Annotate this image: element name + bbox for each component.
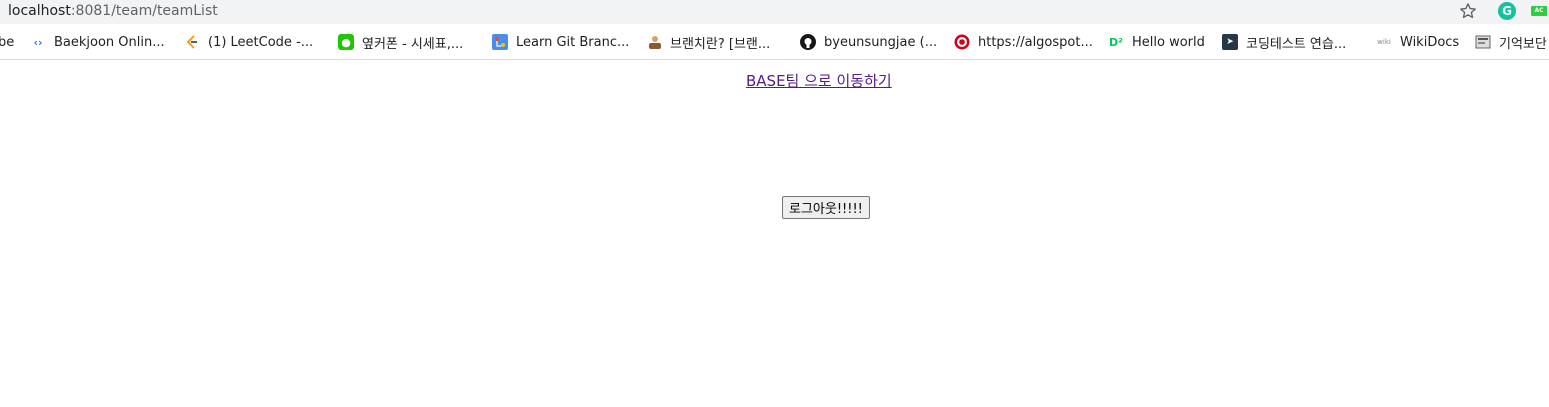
bookmark-label: WikiDocs <box>1400 34 1460 50</box>
bookmark-github[interactable]: byeunsungjae (... <box>800 24 938 59</box>
code-brackets-icon: ‹› <box>33 35 43 49</box>
bookmark-wikidocs[interactable]: wiki WikiDocs <box>1376 24 1460 59</box>
bookmark-label: 브랜치란? [브랜... <box>670 36 771 52</box>
bookmark-star-icon[interactable] <box>1458 1 1478 21</box>
bookmark-learn-git[interactable]: Learn Git Branc... <box>492 24 630 59</box>
bookmark-label: (1) LeetCode -... <box>208 34 314 50</box>
bookmark-branch[interactable]: 브랜치란? [브랜... <box>646 24 771 59</box>
bookmark-label: be <box>0 34 15 50</box>
bookmark-label: 기억보단 <box>1499 36 1547 52</box>
base-team-link[interactable]: BASE팀 으로 이동하기 <box>746 70 892 91</box>
git-tree-icon <box>492 34 508 50</box>
arrow-badge-icon: ➤ <box>1222 34 1238 50</box>
url-text[interactable]: localhost:8081/team/teamList <box>8 2 218 20</box>
bookmark-coding-test[interactable]: ➤ 코딩테스트 연습... <box>1222 24 1347 59</box>
url-path: :8081/team/teamList <box>70 3 218 19</box>
bookmarks-bar: be ‹› Baekjoon Onlin... (1) LeetCode -..… <box>0 24 1549 60</box>
bookmark-label: Hello world <box>1132 34 1205 50</box>
bookmark-label: 코딩테스트 연습... <box>1246 36 1347 52</box>
wiki-icon: wiki <box>1377 38 1391 46</box>
url-host: localhost <box>8 3 71 19</box>
github-icon <box>800 34 816 50</box>
bookmark-algospot[interactable]: https://algospot... <box>954 24 1093 59</box>
green-square-icon: ● <box>338 34 354 50</box>
bookmark-memory[interactable]: 기억보단 <box>1475 24 1547 59</box>
bookmark-label: https://algospot... <box>978 34 1093 50</box>
d2-icon: D² <box>1109 35 1123 49</box>
bookmark-label: Baekjoon Onlin... <box>54 34 165 50</box>
ac-extension-icon[interactable]: AC <box>1531 6 1547 16</box>
bookmark-label: 옆커폰 - 시세표,... <box>362 36 464 52</box>
document-icon <box>1475 34 1491 50</box>
bookmark-leetcode[interactable]: (1) LeetCode -... <box>184 24 314 59</box>
target-icon <box>954 34 970 50</box>
leetcode-icon <box>184 34 200 50</box>
bookmark-phone-price[interactable]: ● 옆커폰 - 시세표,... <box>338 24 464 59</box>
bookmark-baekjoon[interactable]: ‹› Baekjoon Onlin... <box>30 24 165 59</box>
address-bar[interactable]: localhost:8081/team/teamList G AC <box>0 0 1549 24</box>
grammarly-icon[interactable]: G <box>1498 2 1516 20</box>
bookmark-label: byeunsungjae (... <box>824 34 938 50</box>
bookmark-youtube[interactable]: be <box>0 24 15 59</box>
person-icon <box>646 34 662 50</box>
bookmark-hello-world[interactable]: D² Hello world <box>1108 24 1205 59</box>
logout-button[interactable]: 로그아웃!!!!! <box>782 196 870 219</box>
bookmark-label: Learn Git Branc... <box>516 34 630 50</box>
